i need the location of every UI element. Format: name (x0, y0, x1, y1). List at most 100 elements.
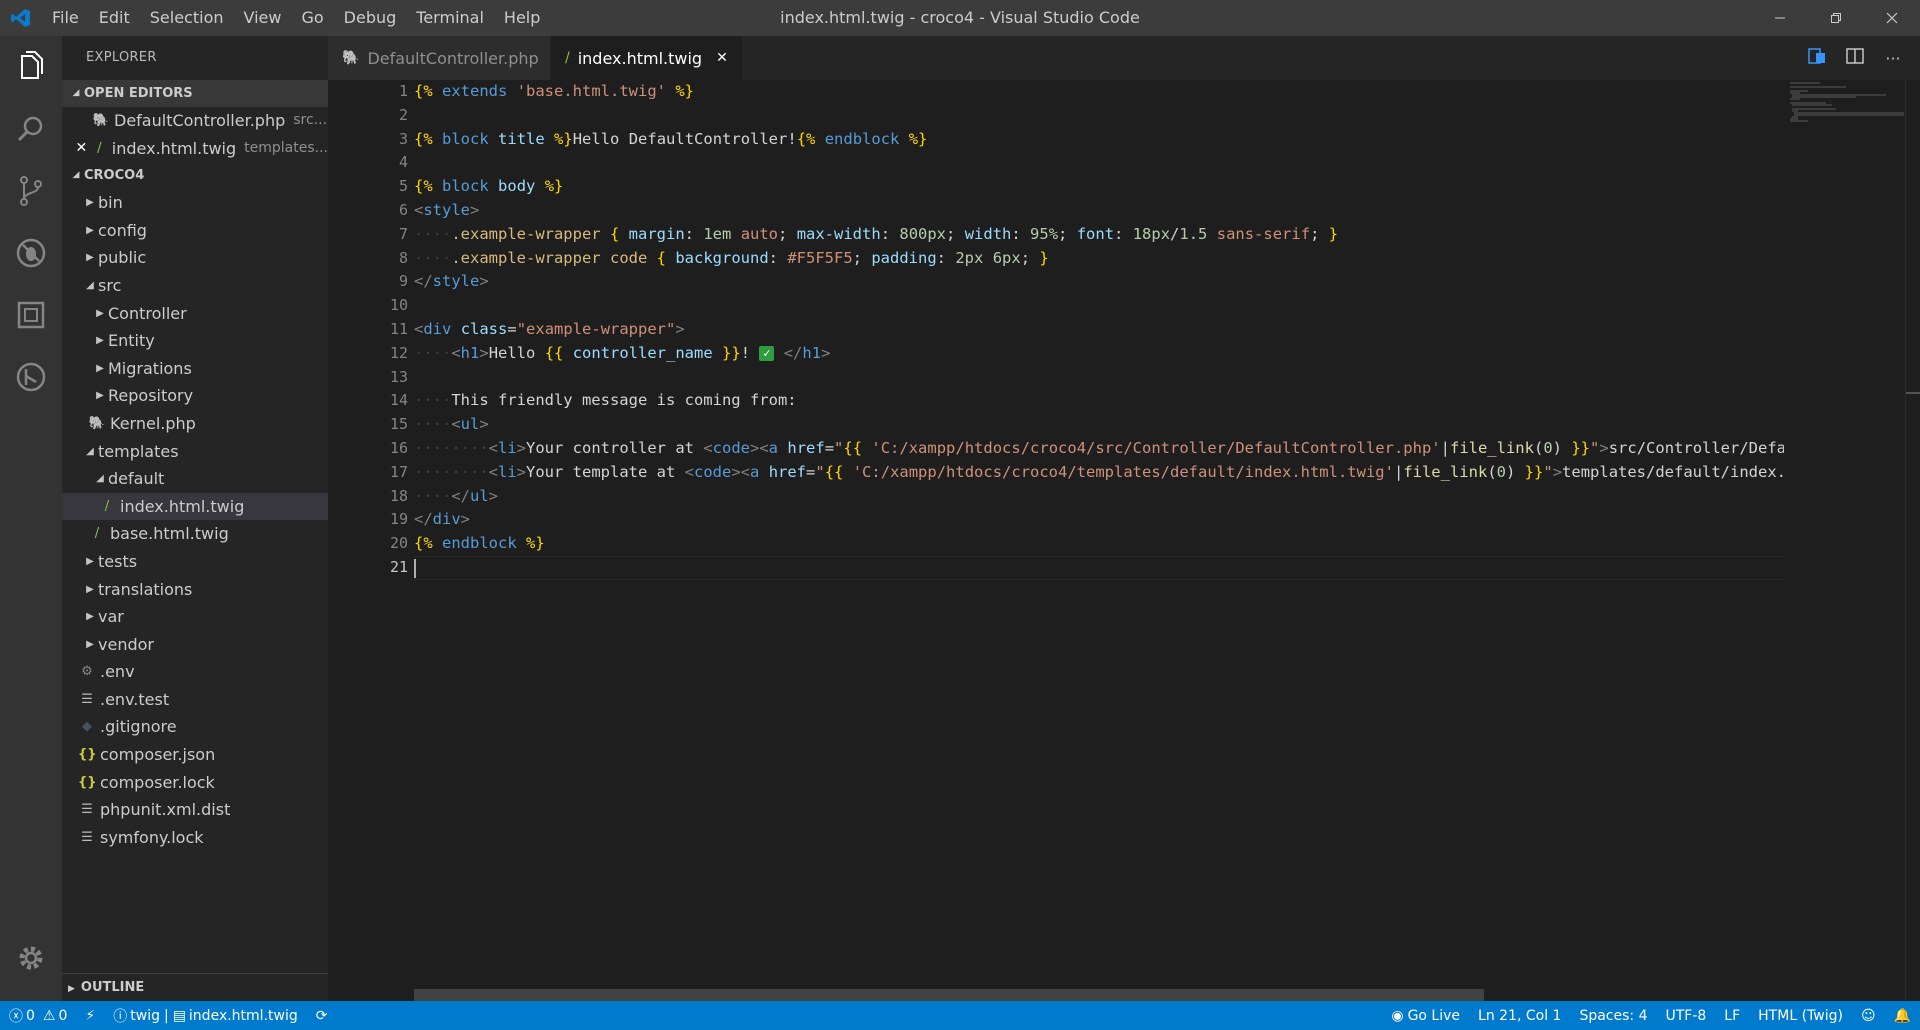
tree-folder[interactable]: ▶ Migrations (62, 355, 328, 383)
tree-file[interactable]: ⚙ .env (62, 658, 328, 686)
split-editor-icon[interactable] (1836, 48, 1874, 68)
horizontal-scrollbar[interactable] (414, 989, 1484, 1001)
line-number-gutter: 1 2 3 4 5 6 7 8 9 10 11 12 13 14 15 16 17 18 19 20 21 (328, 80, 412, 580)
line-number: 3 (398, 129, 408, 148)
problems-status[interactable]: ⓧ 0 ⚠ 0 (0, 1006, 76, 1026)
settings-gear-icon[interactable] (0, 927, 62, 989)
tree-file[interactable]: ☰ .env.test (62, 686, 328, 714)
twig-file-icon: / (104, 498, 110, 514)
code-line: ····.example-wrapper { margin: 1em auto;… (414, 224, 1339, 243)
menu-help[interactable]: Help (494, 0, 550, 36)
tree-folder[interactable]: ◢ templates (62, 438, 328, 466)
project-header[interactable]: ◢ CROCO4 (62, 162, 328, 190)
tree-file[interactable]: ☰ phpunit.xml.dist (62, 796, 328, 824)
line-number: 21 (389, 557, 408, 576)
cursor-position[interactable]: Ln 21, Col 1 (1469, 1008, 1570, 1024)
line-number: 10 (389, 296, 408, 315)
tree-folder[interactable]: ▶ tests (62, 548, 328, 576)
menu-selection[interactable]: Selection (140, 0, 234, 36)
tree-file[interactable]: / index.html.twig (62, 492, 328, 521)
tree-folder[interactable]: ▶ translations (62, 576, 328, 604)
tree-folder[interactable]: ▶ Controller (62, 300, 328, 328)
minimize-icon[interactable] (1752, 0, 1808, 36)
tree-file[interactable]: ◆ .gitignore (62, 713, 328, 741)
more-actions-icon[interactable]: ··· (1874, 49, 1912, 68)
line-number: 6 (398, 200, 408, 219)
encoding[interactable]: UTF-8 (1656, 1008, 1715, 1024)
notifications-bell-icon[interactable]: 🔔 (1885, 1008, 1920, 1024)
minimap[interactable] (1786, 80, 1906, 140)
tab-index-twig[interactable]: / index.html.twig ✕ (551, 36, 743, 80)
line-number: 15 (389, 415, 408, 434)
tree-folder[interactable]: ◢ src (62, 272, 328, 300)
tree-file[interactable]: {} composer.lock (62, 769, 328, 797)
debug-icon[interactable] (0, 222, 62, 284)
window-controls (1752, 0, 1920, 36)
tree-file[interactable]: ☰ symfony.lock (62, 824, 328, 852)
chevron-right-icon: ▶ (68, 984, 75, 994)
tree-folder[interactable]: ▶ config (62, 217, 328, 245)
chevron-down-icon: ◢ (72, 170, 80, 181)
menu-edit[interactable]: Edit (89, 0, 140, 36)
menu-debug[interactable]: Debug (334, 0, 407, 36)
line-number: 20 (389, 534, 408, 553)
tree-folder[interactable]: ▶ vendor (62, 631, 328, 659)
tree-file[interactable]: {} composer.json (62, 741, 328, 769)
chevron-right-icon: ▶ (86, 555, 94, 567)
json-file-icon: {} (78, 747, 97, 763)
vscode-logo-icon[interactable] (0, 0, 42, 36)
menu-terminal[interactable]: Terminal (406, 0, 494, 36)
close-icon[interactable]: ✕ (72, 135, 91, 163)
end-of-line[interactable]: LF (1715, 1008, 1749, 1024)
code-line: {% block title %}Hello DefaultController… (414, 129, 928, 148)
tree-folder[interactable]: ▶ Repository (62, 382, 328, 410)
menu-view[interactable]: View (234, 0, 292, 36)
open-editor-item[interactable]: 🐘 DefaultController.php src... (62, 107, 328, 135)
close-window-icon[interactable] (1864, 0, 1920, 36)
menu-go[interactable]: Go (291, 0, 333, 36)
code-editor[interactable]: 1 2 3 4 5 6 7 8 9 10 11 12 13 14 15 16 17 18 19 20 21 {% ext… (328, 80, 1920, 1001)
menu-file[interactable]: File (42, 0, 89, 36)
indentation[interactable]: Spaces: 4 (1570, 1008, 1656, 1024)
search-icon[interactable] (0, 98, 62, 160)
open-editors-header[interactable]: ◢ OPEN EDITORS (62, 80, 328, 107)
language-mode[interactable]: HTML (Twig) (1749, 1008, 1852, 1024)
language-info-status[interactable]: ⓘ twig | ▤ index.html.twig (104, 1006, 306, 1026)
feedback-smiley-icon[interactable]: ☺ (1852, 1008, 1885, 1024)
code-line: ····</ul> (414, 486, 499, 505)
line-number: 7 (398, 224, 408, 243)
explorer-icon[interactable] (0, 36, 62, 98)
line-number: 8 (398, 248, 408, 267)
sync-icon[interactable]: ⟳ (307, 1008, 337, 1024)
chevron-down-icon: ◢ (86, 279, 94, 291)
tree-folder[interactable]: ▶ public (62, 244, 328, 272)
code-line: ········<li>Your template at <code><a hr… (414, 462, 1784, 481)
tree-file[interactable]: / base.html.twig (62, 520, 328, 548)
code-line: ····This friendly message is coming from… (414, 391, 797, 410)
outline-header[interactable]: ▶ OUTLINE (62, 973, 328, 1001)
tree-file[interactable]: 🐘 Kernel.php (62, 410, 328, 438)
restore-icon[interactable] (1808, 0, 1864, 36)
tree-folder[interactable]: ▶ Entity (62, 327, 328, 355)
line-number: 2 (398, 105, 408, 124)
tree-folder[interactable]: ▶ var (62, 603, 328, 631)
vertical-scrollbar[interactable] (1905, 80, 1920, 1001)
extensions-icon[interactable] (0, 284, 62, 346)
go-live-button[interactable]: ◉ Go Live (1382, 1008, 1469, 1024)
open-editor-item[interactable]: ✕ / index.html.twig templates... (62, 135, 328, 163)
status-bar: ⓧ 0 ⚠ 0 ⚡ ⓘ twig | ▤ index.html.twig ⟳ ◉ Go Li… (0, 1001, 1920, 1030)
lightning-icon[interactable]: ⚡ (76, 1008, 104, 1024)
chevron-right-icon: ▶ (96, 362, 104, 374)
close-tab-icon[interactable]: ✕ (716, 50, 728, 66)
line-number: 9 (398, 272, 408, 291)
line-number: 4 (398, 153, 408, 172)
tab-defaultcontroller[interactable]: 🐘 DefaultController.php (328, 36, 551, 80)
check-emoji-icon: ✓ (759, 345, 775, 361)
line-number: 1 (398, 82, 408, 100)
remote-icon[interactable] (0, 346, 62, 408)
open-preview-icon[interactable] (1798, 48, 1836, 68)
tree-folder[interactable]: ▶ bin (62, 189, 328, 217)
tree-folder[interactable]: ◢ default (62, 465, 328, 493)
source-control-icon[interactable] (0, 160, 62, 222)
code-content[interactable]: {% extends 'base.html.twig' %} {% block … (414, 80, 1784, 580)
